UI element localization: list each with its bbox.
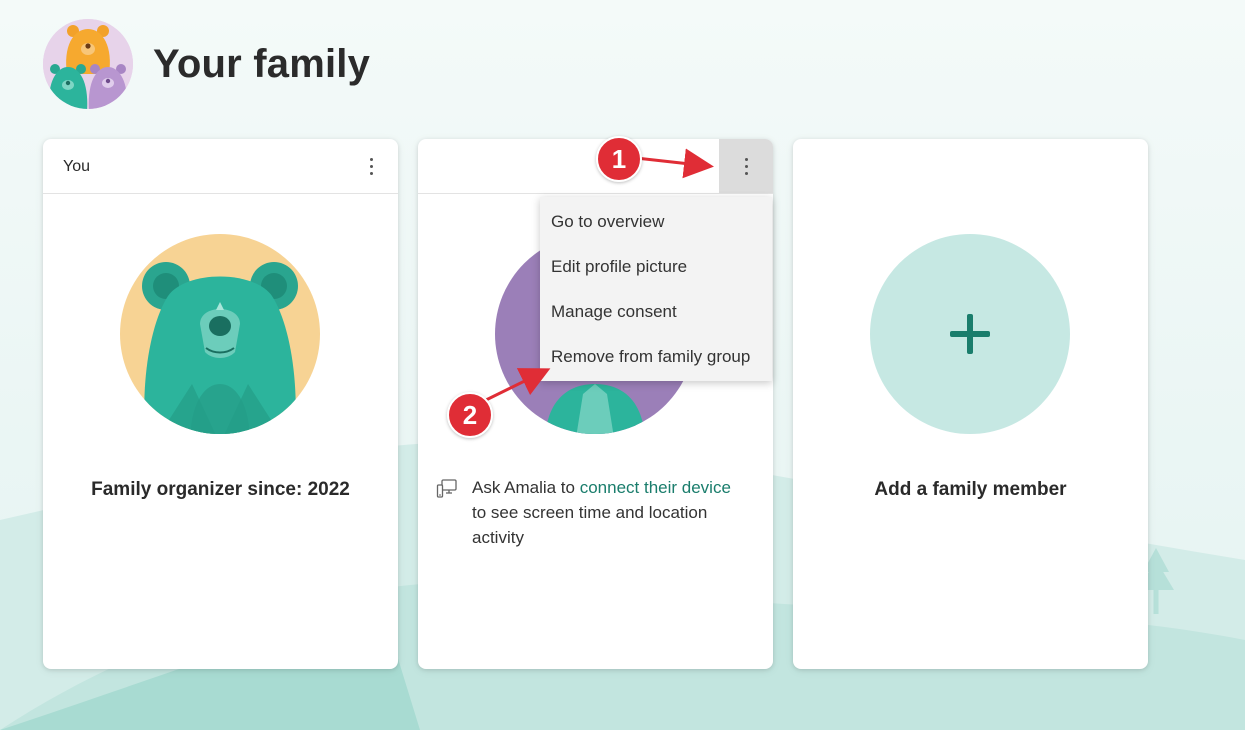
family-bears-avatar	[43, 19, 133, 109]
device-note-text: Ask Amalia to connect their device to se…	[472, 475, 749, 550]
page-title: Your family	[153, 41, 371, 86]
plus-icon	[950, 314, 990, 354]
page-header: Your family	[43, 19, 370, 109]
card-header: You	[43, 139, 398, 194]
add-member-button[interactable]	[870, 234, 1070, 434]
more-vertical-icon	[744, 157, 748, 175]
organizer-caption: Family organizer since: 2022	[91, 479, 350, 500]
more-options-button[interactable]	[344, 139, 398, 193]
device-connect-note: Ask Amalia to connect their device to se…	[436, 475, 749, 550]
menu-item-manage-consent[interactable]: Manage consent	[540, 289, 772, 334]
add-member-caption: Add a family member	[874, 479, 1067, 500]
annotation-badge-2: 2	[447, 392, 493, 438]
more-vertical-icon	[369, 157, 373, 175]
connect-device-link[interactable]: connect their device	[580, 478, 731, 497]
bear-avatar	[120, 234, 320, 434]
member-name: You	[63, 158, 90, 175]
menu-item-edit-profile-picture[interactable]: Edit profile picture	[540, 244, 772, 289]
add-member-card[interactable]: Add a family member	[793, 139, 1148, 669]
more-options-menu: Go to overview Edit profile picture Mana…	[540, 197, 772, 381]
device-note-suffix: to see screen time and location activity	[472, 503, 708, 547]
menu-item-go-to-overview[interactable]: Go to overview	[540, 199, 772, 244]
device-note-prefix: Ask Amalia to	[472, 478, 580, 497]
device-icon	[436, 479, 457, 498]
annotation-badge-1: 1	[596, 136, 642, 182]
menu-item-remove-from-family-group[interactable]: Remove from family group	[540, 334, 772, 379]
member-card-you: You Family organizer since: 2022	[43, 139, 398, 669]
more-options-button[interactable]	[719, 139, 773, 193]
card-header	[418, 139, 773, 194]
